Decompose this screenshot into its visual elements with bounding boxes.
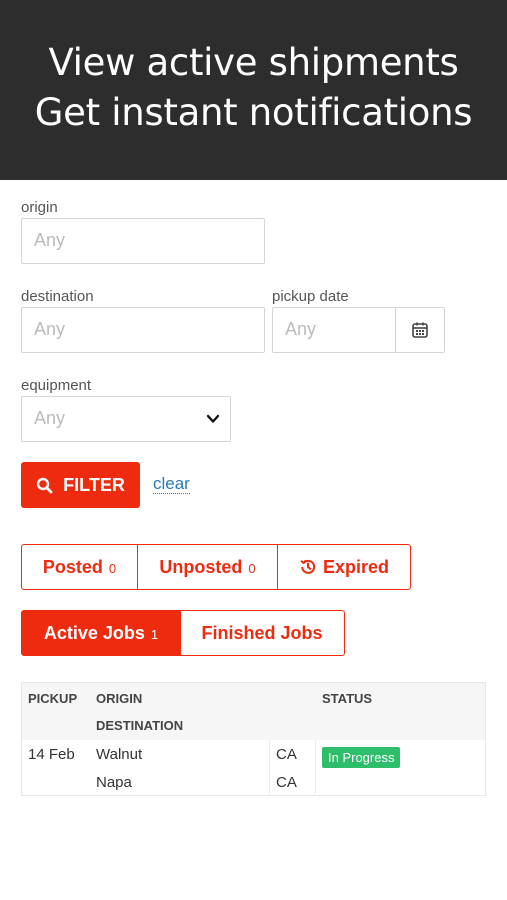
tab-finished-jobs-label: Finished Jobs — [201, 622, 323, 643]
post-status-tabs: Posted 0 Unposted 0 Expired — [21, 544, 411, 590]
banner-line-1: View active shipments — [48, 41, 459, 84]
equipment-select[interactable]: Any — [21, 396, 231, 442]
job-tabs: Active Jobs 1 Finished Jobs — [21, 610, 345, 656]
origin-input[interactable]: Any — [21, 218, 265, 264]
equipment-label: equipment — [21, 377, 92, 394]
header-status: STATUS — [322, 691, 373, 706]
tab-active-jobs-label: Active Jobs — [43, 622, 145, 643]
row-origin-city: Walnut — [96, 746, 143, 763]
filter-button[interactable]: FILTER — [21, 462, 140, 508]
destination-input[interactable]: Any — [21, 307, 265, 353]
tab-unposted[interactable]: Unposted 0 — [136, 544, 279, 590]
filter-button-label: FILTER — [63, 474, 125, 495]
table-header: PICKUP ORIGIN DESTINATION STATUS — [22, 683, 485, 740]
column-divider — [315, 740, 316, 796]
row-origin-state: CA — [276, 746, 297, 763]
tab-posted[interactable]: Posted 0 — [21, 544, 138, 590]
pickup-date-label: pickup date — [272, 288, 349, 305]
pickup-date-input[interactable]: Any — [272, 307, 397, 353]
column-divider — [269, 740, 270, 796]
promo-banner: View active shipments Get instant notifi… — [0, 0, 507, 180]
row-pickup-date: 14 Feb — [28, 746, 75, 763]
jobs-table: PICKUP ORIGIN DESTINATION STATUS 14 Feb … — [21, 682, 486, 796]
calendar-button[interactable] — [395, 307, 445, 353]
row-dest-city: Napa — [96, 774, 132, 791]
header-origin: ORIGIN — [96, 691, 143, 706]
tab-unposted-label: Unposted — [159, 556, 243, 577]
row-dest-state: CA — [276, 774, 297, 791]
tab-active-jobs[interactable]: Active Jobs 1 — [21, 610, 181, 656]
history-icon — [300, 559, 316, 574]
tab-expired-label: Expired — [322, 556, 390, 577]
tab-unposted-count: 0 — [248, 560, 256, 576]
tab-posted-count: 0 — [108, 560, 117, 576]
tab-finished-jobs[interactable]: Finished Jobs — [179, 610, 345, 656]
search-icon — [36, 477, 53, 493]
tab-posted-label: Posted — [42, 556, 103, 577]
chevron-down-icon — [206, 414, 220, 423]
header-destination: DESTINATION — [96, 718, 184, 733]
destination-label: destination — [21, 288, 94, 305]
status-badge: In Progress — [322, 747, 401, 768]
tab-active-jobs-count: 1 — [150, 626, 159, 642]
origin-label: origin — [21, 199, 58, 216]
equipment-value: Any — [34, 408, 66, 428]
clear-link[interactable]: clear — [153, 474, 190, 494]
tab-expired[interactable]: Expired — [277, 544, 411, 590]
header-pickup: PICKUP — [28, 691, 78, 706]
calendar-icon — [412, 322, 428, 338]
banner-line-2: Get instant notifications — [34, 91, 473, 134]
